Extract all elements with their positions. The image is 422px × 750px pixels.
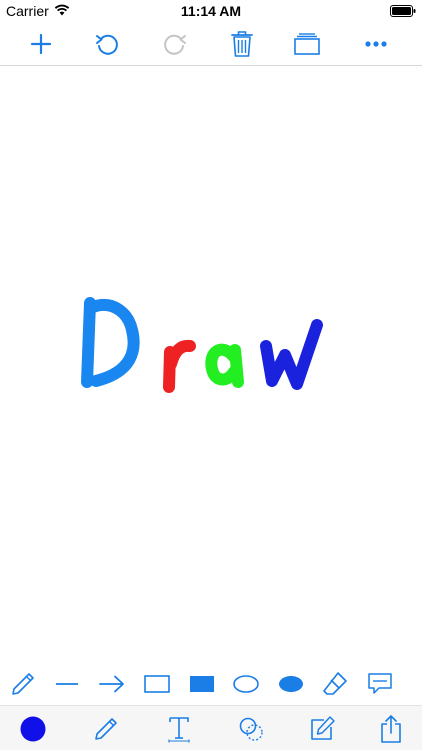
speech-bubble-tool[interactable] — [363, 668, 397, 700]
stroke-letter-d — [81, 297, 140, 388]
shape-toolbar — [0, 664, 422, 704]
layers-button[interactable] — [289, 26, 325, 62]
add-icon — [30, 33, 52, 55]
top-toolbar — [0, 22, 422, 66]
more-button[interactable] — [358, 26, 394, 62]
freehand-tool[interactable] — [6, 668, 40, 700]
pen-icon — [95, 718, 117, 740]
undo-icon — [96, 34, 118, 55]
rectangle-tool[interactable] — [140, 668, 174, 700]
color-picker-button[interactable] — [15, 712, 51, 746]
eraser-icon — [323, 672, 347, 695]
filled-rectangle-icon — [190, 676, 214, 692]
pencil-icon — [12, 673, 34, 695]
delete-button[interactable] — [224, 26, 260, 62]
undo-button[interactable] — [89, 26, 125, 62]
stroke-letter-a — [205, 343, 244, 388]
drawing-strokes — [81, 297, 323, 393]
layers-icon — [294, 33, 320, 55]
text-tool-icon — [168, 717, 190, 743]
edit-button[interactable] — [304, 712, 340, 746]
more-icon — [365, 41, 387, 47]
filled-ellipse-tool[interactable] — [274, 668, 308, 700]
edit-icon — [311, 716, 335, 740]
ellipse-tool[interactable] — [229, 668, 263, 700]
speech-bubble-icon — [368, 673, 392, 694]
line-tool[interactable] — [50, 668, 84, 700]
trash-icon — [231, 31, 253, 57]
status-time: 11:14 AM — [180, 3, 242, 19]
pen-button[interactable] — [88, 712, 124, 746]
eraser-tool[interactable] — [318, 668, 352, 700]
redo-button[interactable] — [157, 26, 193, 62]
share-button[interactable] — [373, 712, 409, 746]
stroke-letter-r — [163, 339, 196, 393]
status-bar: Carrier 11:14 AM — [0, 0, 422, 22]
ellipse-icon — [233, 675, 259, 693]
rectangle-icon — [144, 675, 170, 693]
arrow-icon — [99, 675, 124, 693]
stroke-letter-w — [260, 319, 323, 390]
filled-ellipse-icon — [279, 676, 303, 692]
shapes-button[interactable] — [233, 712, 269, 746]
redo-icon — [164, 34, 186, 55]
battery-icon — [390, 4, 416, 20]
shapes-icon — [239, 717, 263, 741]
arrow-tool[interactable] — [95, 668, 129, 700]
text-tool-button[interactable] — [161, 712, 197, 746]
filled-rectangle-tool[interactable] — [185, 668, 219, 700]
line-icon — [56, 683, 78, 685]
add-button[interactable] — [23, 26, 59, 62]
color-swatch-icon — [20, 716, 46, 742]
drawing-canvas[interactable] — [0, 66, 422, 660]
bottom-toolbar — [0, 705, 422, 750]
share-icon — [381, 715, 401, 743]
